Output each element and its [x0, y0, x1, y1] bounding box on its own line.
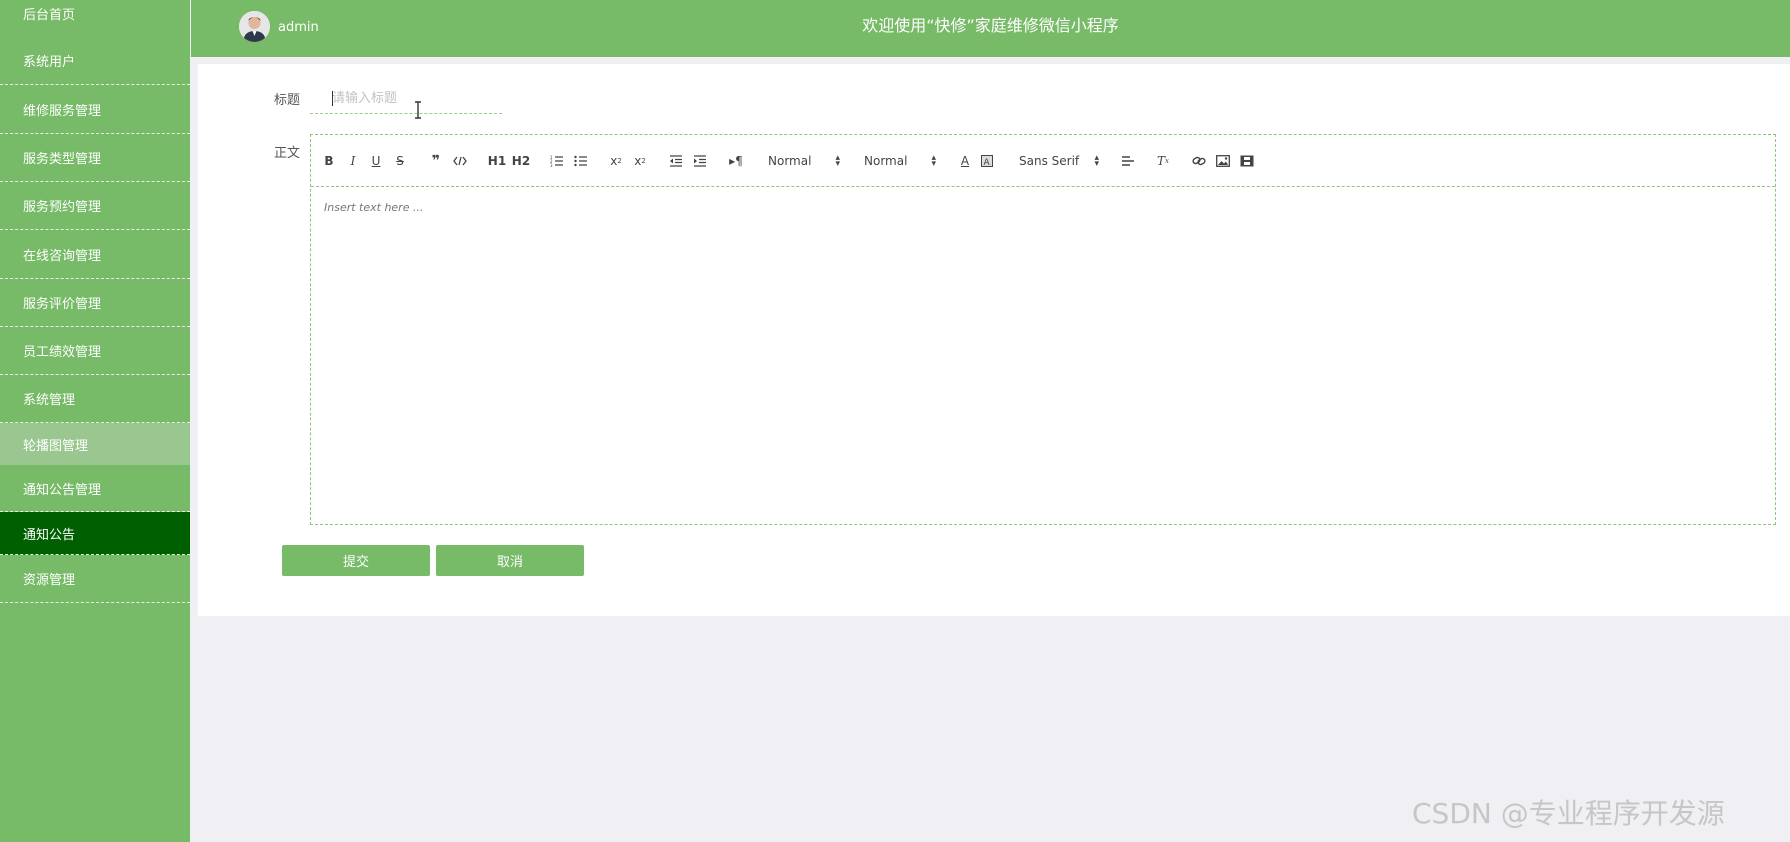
sidebar-item-carousel[interactable]: 轮播图管理 [0, 423, 190, 465]
sidebar-item-label: 维修服务管理 [23, 103, 102, 119]
sidebar-item-system-management[interactable]: 系统管理 [0, 374, 190, 423]
text-direction-icon[interactable]: ▸¶ [727, 152, 745, 170]
select-arrows-icon: ▴ ▾ [835, 153, 840, 169]
svg-text:3: 3 [550, 163, 553, 167]
text-color-icon[interactable]: A [957, 152, 973, 170]
video-icon[interactable] [1238, 152, 1256, 170]
header-2-icon[interactable]: H2 [511, 152, 531, 170]
sidebar-item-service-type[interactable]: 服务类型管理 [0, 133, 190, 182]
ibeam-cursor-icon [415, 101, 421, 119]
header-1-icon[interactable]: H1 [487, 152, 507, 170]
sidebar-item-label: 通知公告管理 [23, 482, 102, 498]
sidebar-item-label: 轮播图管理 [23, 438, 89, 454]
clear-format-icon[interactable]: Tx [1154, 152, 1172, 170]
sidebar-item-label: 资源管理 [23, 573, 76, 588]
editor-content-area[interactable]: Insert text here ... [311, 188, 1775, 524]
text-caret [332, 91, 333, 106]
editor-toolbar: B I U S ❞ H1 H2 123 x2 x2 ▸¶ Normal ▴ ▾ … [311, 135, 1775, 187]
link-icon[interactable] [1190, 152, 1208, 170]
sidebar-item-service-review[interactable]: 服务评价管理 [0, 278, 190, 327]
sidebar-item-label: 服务类型管理 [23, 151, 102, 167]
indent-icon[interactable] [691, 152, 709, 170]
superscript-icon[interactable]: x2 [631, 152, 649, 170]
bullet-list-icon[interactable] [572, 152, 590, 170]
select-arrows-icon: ▴ ▾ [931, 153, 936, 169]
background-color-icon[interactable]: A [979, 152, 995, 170]
svg-text:A: A [984, 158, 991, 167]
blockquote-icon[interactable]: ❞ [428, 152, 444, 170]
sidebar-item-repair-service[interactable]: 维修服务管理 [0, 85, 190, 134]
header-select[interactable]: Normal ▴ ▾ [864, 151, 936, 171]
outdent-icon[interactable] [667, 152, 685, 170]
sidebar-item-service-booking[interactable]: 服务预约管理 [0, 181, 190, 230]
sidebar-item-label: 在线咨询管理 [23, 248, 102, 264]
sidebar-item-home[interactable]: 后台首页 [0, 0, 190, 26]
sidebar-item-label: 员工绩效管理 [23, 344, 102, 360]
sidebar-item-label: 服务评价管理 [23, 296, 102, 312]
editor-placeholder: Insert text here ... [324, 201, 424, 214]
sidebar-item-label: 系统用户 [23, 54, 76, 70]
bold-icon[interactable]: B [321, 152, 337, 170]
ordered-list-icon[interactable]: 123 [548, 152, 566, 170]
sidebar-item-label: 通知公告 [23, 527, 76, 543]
watermark: CSDN @专业程序开发源 [1412, 797, 1725, 830]
sidebar-item-label: 服务预约管理 [23, 199, 102, 215]
align-icon[interactable] [1119, 152, 1137, 170]
page-title: 欢迎使用“快修”家庭维修微信小程序 [862, 16, 1119, 35]
cancel-button[interactable]: 取消 [436, 545, 584, 576]
code-block-icon[interactable] [451, 152, 469, 170]
font-select[interactable]: Sans Serif ▴ ▾ [1019, 151, 1099, 171]
sidebar-item-label: 后台首页 [23, 7, 76, 23]
size-select[interactable]: Normal ▴ ▾ [768, 151, 840, 171]
underline-icon[interactable]: U [368, 152, 384, 170]
sidebar: 后台首页 系统用户 维修服务管理 服务类型管理 服务预约管理 在线咨询管理 服务… [0, 0, 190, 842]
sidebar-item-notice-management[interactable]: 通知公告管理 [0, 465, 190, 512]
top-bar: admin 欢迎使用“快修”家庭维修微信小程序 [191, 0, 1790, 57]
rich-text-editor: B I U S ❞ H1 H2 123 x2 x2 ▸¶ Normal ▴ ▾ … [310, 134, 1776, 525]
image-icon[interactable] [1214, 152, 1232, 170]
title-input[interactable] [310, 84, 502, 114]
sidebar-item-system-users[interactable]: 系统用户 [0, 36, 190, 85]
sidebar-item-notice[interactable]: 通知公告 [0, 512, 190, 555]
title-label: 标题 [274, 93, 301, 108]
italic-icon[interactable]: I [345, 152, 361, 170]
sidebar-item-staff-performance[interactable]: 员工绩效管理 [0, 326, 190, 375]
select-arrows-icon: ▴ ▾ [1094, 153, 1099, 169]
subscript-icon[interactable]: x2 [607, 152, 625, 170]
submit-button[interactable]: 提交 [282, 545, 430, 576]
sidebar-item-online-consult[interactable]: 在线咨询管理 [0, 230, 190, 279]
sidebar-item-label: 系统管理 [23, 392, 76, 408]
sidebar-item-resources[interactable]: 资源管理 [0, 555, 190, 603]
strikethrough-icon[interactable]: S [392, 152, 408, 170]
content-label: 正文 [274, 146, 301, 161]
